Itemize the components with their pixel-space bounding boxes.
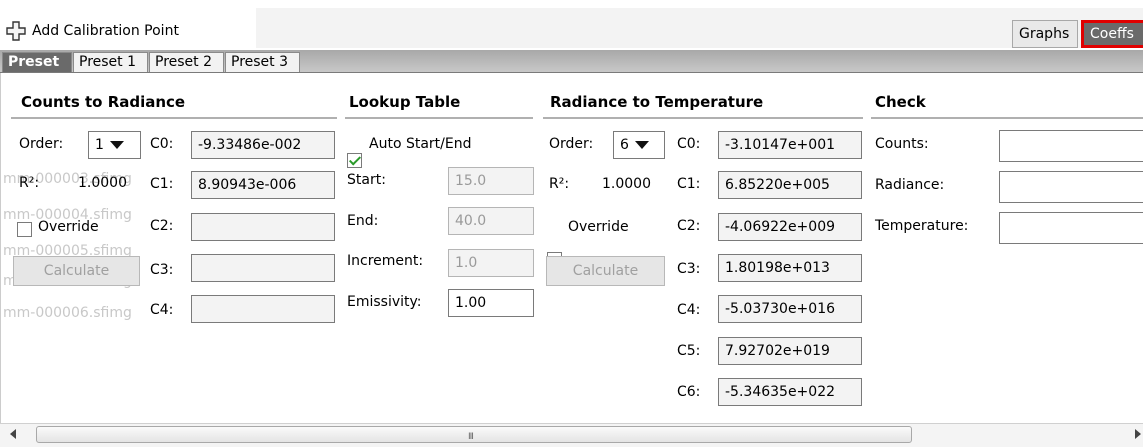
r2t-c1-field[interactable]: 6.85220e+005 — [718, 171, 862, 199]
tab-preset-2[interactable]: Preset 2 — [149, 52, 224, 72]
auto-start-end-checkbox[interactable] — [347, 153, 362, 168]
r2t-order-select[interactable]: 6 — [613, 131, 665, 159]
increment-label: Increment: — [347, 253, 424, 269]
check-temperature-label: Temperature: — [875, 218, 969, 234]
c2r-c4-field[interactable] — [191, 295, 335, 323]
check-temperature-field[interactable] — [999, 212, 1143, 244]
r2t-c3-field[interactable]: 1.80198e+013 — [718, 254, 862, 282]
r2t-r2-value: 1.0000 — [602, 176, 651, 192]
tab-preset-3[interactable]: Preset 3 — [225, 52, 300, 72]
check-counts-label: Counts: — [875, 136, 929, 152]
c2r-coeff-label: C2: — [150, 218, 174, 234]
auto-start-end-label: Auto Start/End — [369, 136, 472, 152]
c2r-order-label: Order: — [19, 136, 64, 152]
r2t-coeff-label: C3: — [677, 261, 701, 277]
chevron-down-icon — [634, 141, 649, 149]
r2t-coeff-label: C6: — [677, 384, 701, 400]
section-divider — [543, 117, 863, 119]
add-plus-icon — [6, 21, 26, 41]
scroll-left-arrow-icon[interactable] — [10, 429, 16, 439]
tab-preset-1[interactable]: Preset 1 — [73, 52, 148, 72]
r2t-c5-field[interactable]: 7.92702e+019 — [718, 337, 862, 365]
c2r-c1-field[interactable]: 8.90943e-006 — [191, 171, 335, 199]
r2t-calculate-button[interactable]: Calculate — [546, 256, 665, 286]
c2r-order-value: 1 — [95, 137, 104, 153]
scroll-right-arrow-icon[interactable] — [1135, 429, 1141, 439]
end-label: End: — [347, 213, 379, 229]
r2t-order-value: 6 — [620, 137, 629, 153]
start-field[interactable]: 15.0 — [448, 167, 534, 195]
c2r-order-select[interactable]: 1 — [88, 131, 141, 159]
c2r-coeff-label: C1: — [150, 176, 174, 192]
r2t-coeff-label: C5: — [677, 343, 701, 359]
r2t-c2-field[interactable]: -4.06922e+009 — [718, 213, 862, 241]
lookup-table-heading: Lookup Table — [349, 93, 461, 111]
check-radiance-field[interactable] — [999, 171, 1143, 203]
tab-preset-0[interactable]: Preset 0 — [2, 52, 72, 89]
coefficients-panel: mm-000003.sfimg mm-000004.sfimg mm-00000… — [0, 73, 1143, 423]
section-divider — [11, 117, 337, 119]
r2t-coeff-label: C4: — [677, 302, 701, 318]
add-calibration-point-label: Add Calibration Point — [32, 23, 179, 39]
r2t-order-label: Order: — [549, 136, 594, 152]
c2r-override-label: Override — [38, 219, 99, 235]
c2r-override-checkbox[interactable] — [17, 222, 32, 237]
c2r-c0-field[interactable]: -9.33486e-002 — [191, 131, 335, 159]
c2r-r2-label: R²: — [19, 175, 40, 191]
r2t-override-label: Override — [568, 219, 629, 235]
c2r-calculate-button[interactable]: Calculate — [13, 256, 140, 286]
emissivity-label: Emissivity: — [347, 294, 422, 310]
coeffs-button[interactable]: Coeffs — [1081, 20, 1143, 48]
section-divider — [345, 117, 533, 119]
r2t-c4-field[interactable]: -5.03730e+016 — [718, 295, 862, 323]
r2t-coeff-label: C2: — [677, 218, 701, 234]
toolbar-background — [256, 8, 1143, 48]
c2r-c3-field[interactable] — [191, 254, 335, 282]
c2r-coeff-label: C3: — [150, 262, 174, 278]
emissivity-field[interactable]: 1.00 — [448, 289, 534, 317]
r2t-c6-field[interactable]: -5.34635e+022 — [718, 378, 862, 406]
graphs-button[interactable]: Graphs — [1012, 20, 1078, 48]
increment-field[interactable]: 1.0 — [448, 249, 534, 277]
section-divider — [871, 117, 1143, 119]
r2t-r2-label: R²: — [549, 176, 570, 192]
r2t-coeff-label: C0: — [677, 136, 701, 152]
c2r-r2-value: 1.0000 — [78, 175, 127, 191]
chevron-down-icon — [109, 141, 124, 149]
start-label: Start: — [347, 172, 386, 188]
scrollbar-grip: III — [468, 432, 474, 442]
counts-to-radiance-heading: Counts to Radiance — [21, 93, 186, 111]
c2r-coeff-label: C4: — [150, 302, 174, 318]
r2t-c0-field[interactable]: -3.10147e+001 — [718, 131, 862, 159]
c2r-coeff-label: C0: — [150, 136, 174, 152]
background-file-item: mm-000006.sfimg — [3, 305, 132, 321]
check-heading: Check — [875, 93, 926, 111]
radiance-to-temperature-heading: Radiance to Temperature — [550, 93, 764, 111]
r2t-coeff-label: C1: — [677, 176, 701, 192]
add-calibration-point-button[interactable]: Add Calibration Point — [6, 20, 179, 42]
end-field[interactable]: 40.0 — [448, 207, 534, 235]
check-radiance-label: Radiance: — [875, 177, 945, 193]
scrollbar-thumb[interactable] — [36, 426, 912, 443]
c2r-c2-field[interactable] — [191, 213, 335, 241]
check-counts-field[interactable] — [999, 130, 1143, 162]
